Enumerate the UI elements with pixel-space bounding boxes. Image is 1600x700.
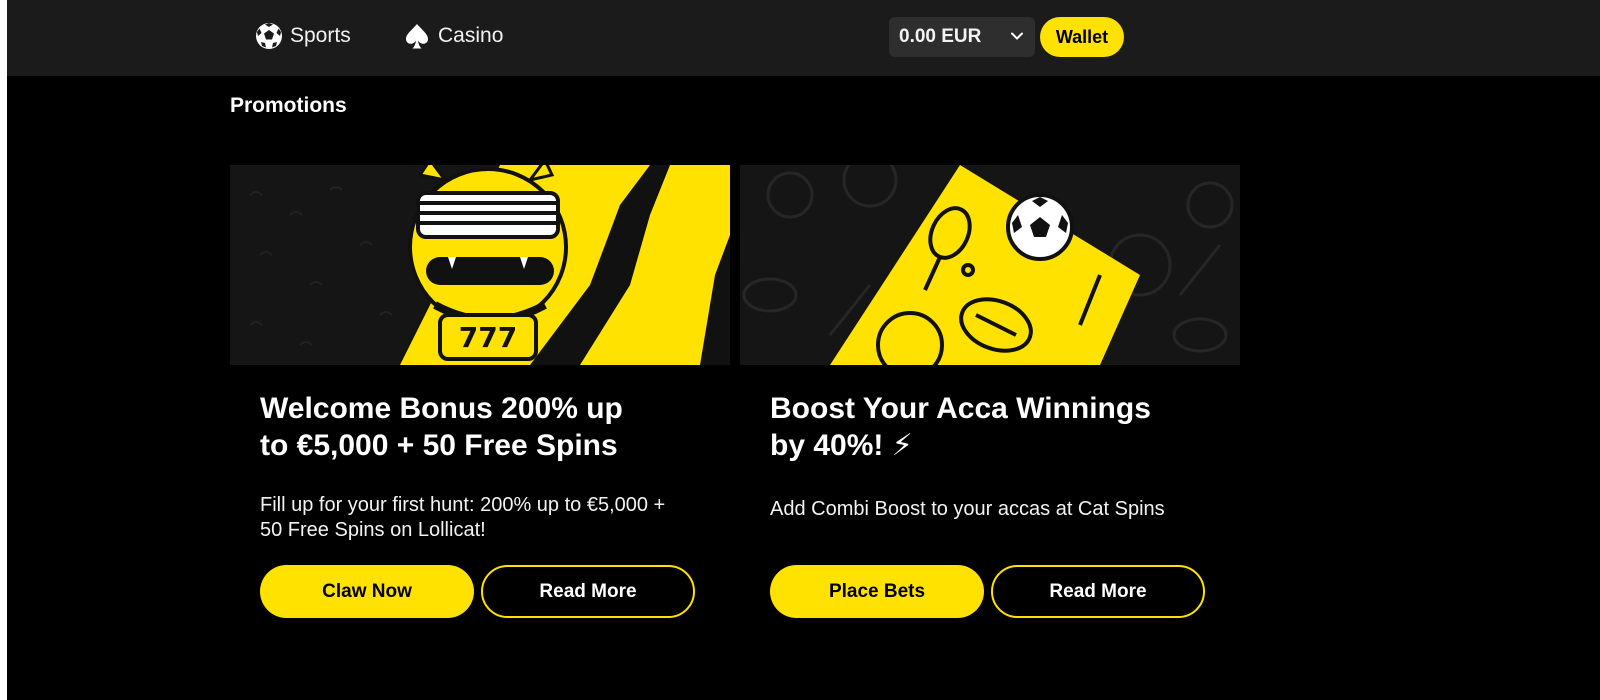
nav-item-label: Casino [438,24,504,47]
promotion-card-acca-boost: Boost Your Acca Winnings by 40%! ⚡ Add C… [740,165,1240,625]
spade-icon [402,21,432,51]
nav-item-casino[interactable]: Casino [402,18,503,54]
promotion-banner [740,165,1240,365]
read-more-button[interactable]: Read More [481,565,695,618]
app-frame: Sports Casino 0.00 EUR Wallet Promotions [7,0,1600,700]
promotion-description: Fill up for your first hunt: 200% up to … [260,494,666,541]
chevron-down-icon [1007,26,1027,46]
promotion-description: Add Combi Boost to your accas at Cat Spi… [770,498,1165,520]
banner-777-text: 777 [459,321,517,354]
soccer-ball-icon [254,21,284,51]
sports-balls-illustration [740,165,1240,365]
promotion-title: Welcome Bonus 200% up to €5,000 + 50 Fre… [260,392,623,462]
promotion-title: Boost Your Acca Winnings by 40%! ⚡ [770,392,1151,462]
balance-dropdown[interactable]: 0.00 EUR [889,17,1035,57]
wallet-button[interactable]: Wallet [1040,17,1124,57]
read-more-button[interactable]: Read More [991,565,1205,618]
balance-value: 0.00 EUR [899,26,982,47]
promotion-card-welcome-bonus: 777 Welcome Bonus 200% up to €5,000 + 50… [230,165,730,625]
nav-item-sports[interactable]: Sports [254,18,351,54]
cat-mascot-illustration: 777 [230,165,730,365]
top-navigation-bar: Sports Casino 0.00 EUR Wallet [7,0,1600,76]
nav-item-label: Sports [290,24,351,47]
page-title: Promotions [230,94,347,117]
promotion-banner: 777 [230,165,730,365]
place-bets-button[interactable]: Place Bets [770,565,984,618]
claw-now-button[interactable]: Claw Now [260,565,474,618]
